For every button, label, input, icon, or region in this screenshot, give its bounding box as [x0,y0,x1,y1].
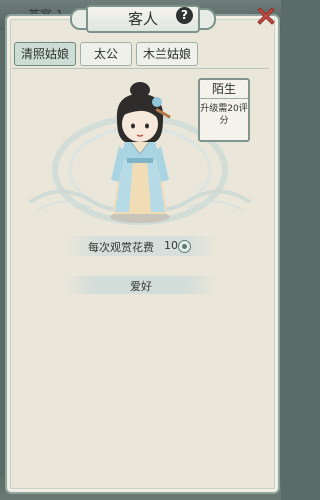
coin-icon [178,240,191,253]
close-icon[interactable] [254,4,278,28]
relationship-status: 陌生 [200,80,248,99]
hobby-section-label: 爱好 [130,280,152,293]
tab-taigong[interactable]: 太公 [80,42,132,66]
tab-mulan[interactable]: 木兰姑娘 [136,42,198,66]
tabs-divider [12,68,269,69]
viewing-cost-value: 10 [164,239,178,252]
tab-qingzhao[interactable]: 清照姑娘 [14,42,76,66]
viewing-cost-label: 每次观赏花费 [88,241,154,254]
help-icon[interactable]: ? [176,7,193,24]
relationship-upgrade-requirement: 升级需20评分 [200,104,248,126]
guest-character-portrait [110,82,171,223]
